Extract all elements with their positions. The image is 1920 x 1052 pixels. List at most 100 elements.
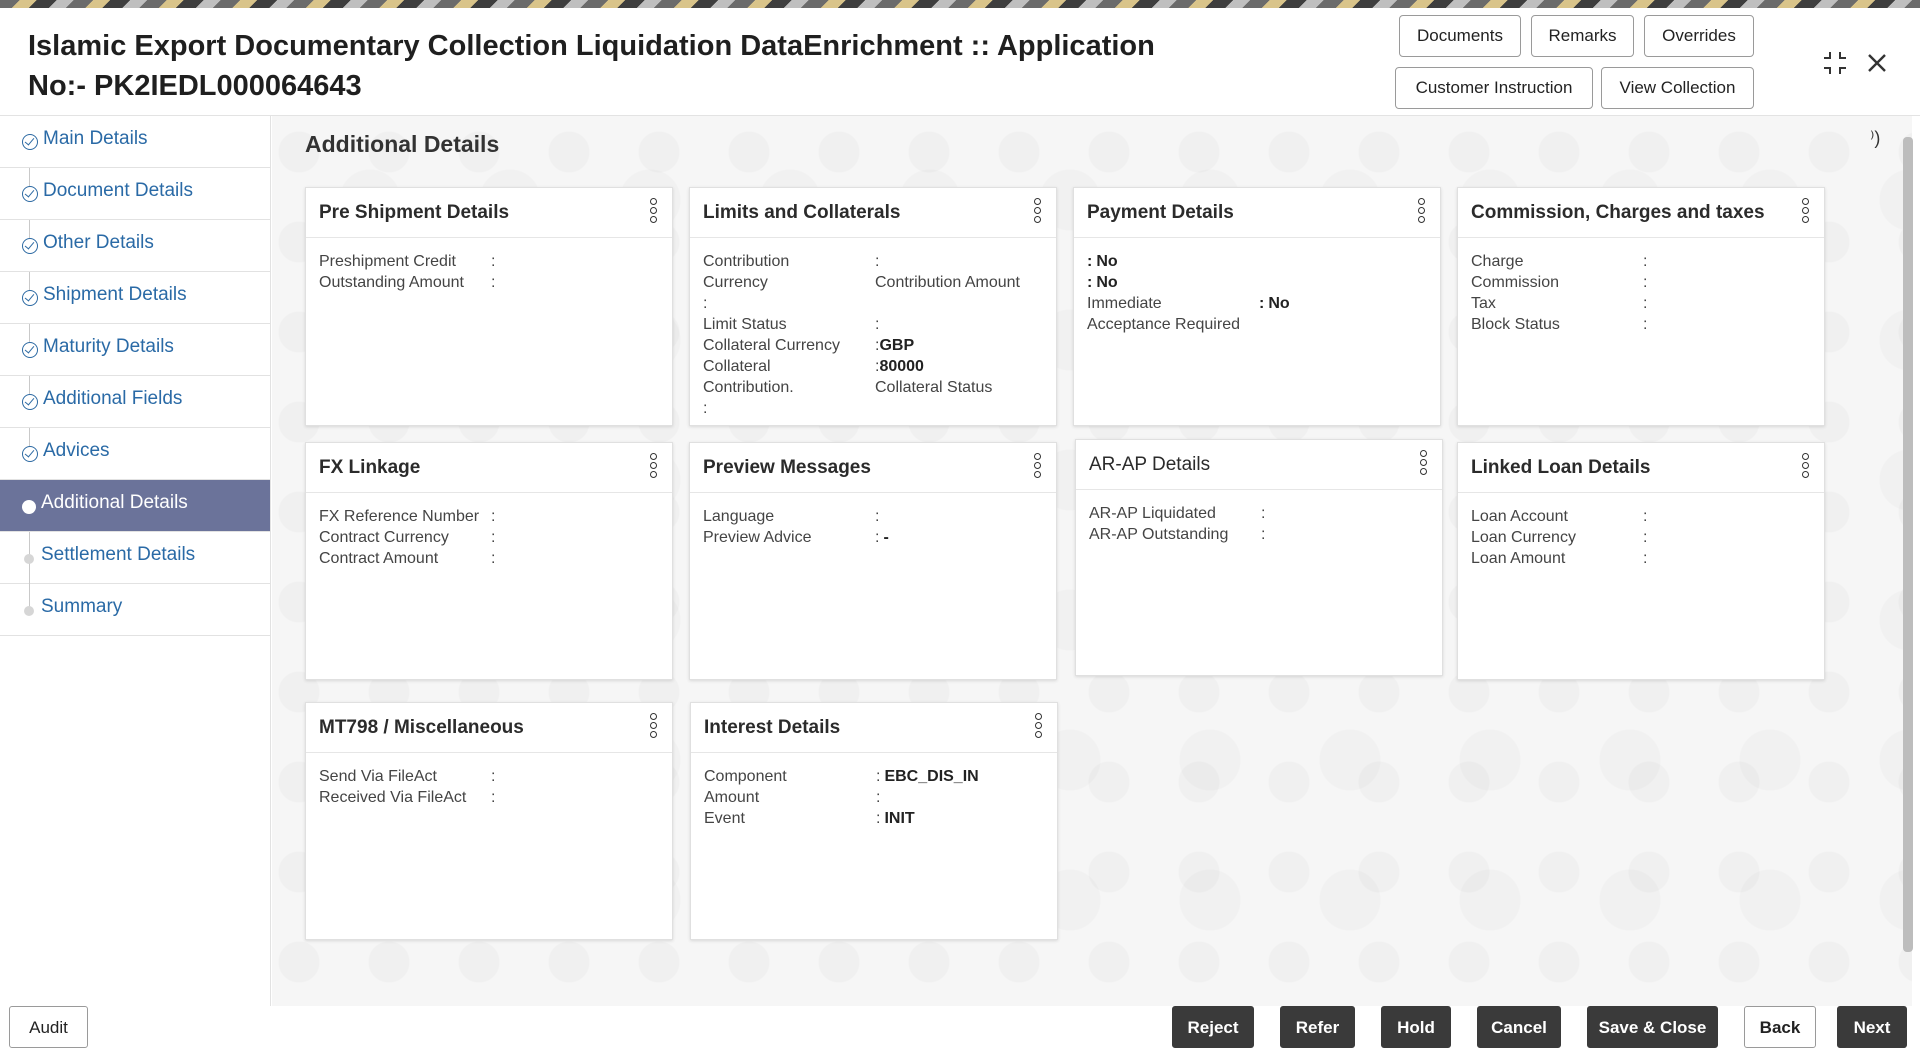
field-value (495, 272, 660, 293)
kebab-menu-icon[interactable] (1800, 451, 1810, 483)
card-interest-details: Interest Details Component: EBC_DIS_IN Am… (690, 702, 1058, 940)
field-value (875, 398, 1044, 419)
card-title: Payment Details (1087, 202, 1234, 223)
kebab-menu-icon[interactable] (1033, 711, 1043, 743)
field-value: EBC_DIS_IN (884, 768, 979, 785)
field-label: Language (703, 508, 775, 525)
field-label: Event (704, 810, 745, 827)
kebab-menu-icon[interactable] (648, 711, 658, 743)
view-collection-button[interactable]: View Collection (1601, 67, 1754, 109)
pending-step-icon (24, 606, 34, 616)
step-connector (29, 376, 30, 394)
sidebar-item-document-details[interactable]: Document Details (0, 168, 270, 220)
sidebar-nav: Main Details Document Details Other Deta… (0, 116, 271, 1006)
card-title: Interest Details (704, 717, 841, 738)
card-preview-messages: Preview Messages Language: Preview Advic… (689, 442, 1057, 680)
card-title: MT798 / Miscellaneous (319, 717, 524, 738)
field-value (495, 506, 660, 527)
customer-instruction-button[interactable]: Customer Instruction (1395, 67, 1593, 109)
field-label: Commission (1471, 274, 1560, 291)
card-pre-shipment-details: Pre Shipment Details Preshipment Credit:… (305, 187, 673, 426)
close-icon[interactable] (1864, 50, 1890, 82)
field-value (880, 787, 1045, 808)
field-value (1647, 527, 1812, 548)
field-value (1647, 293, 1812, 314)
field-value (1647, 314, 1812, 335)
sidebar-item-other-details[interactable]: Other Details (0, 220, 270, 272)
audit-button[interactable]: Audit (9, 1006, 88, 1048)
check-circle-icon (22, 394, 38, 410)
refer-button[interactable]: Refer (1280, 1006, 1355, 1048)
footer-bar: Audit Reject Refer Hold Cancel Save & Cl… (0, 1006, 1920, 1052)
field-label: FX Reference Number (319, 508, 480, 525)
card-limits-and-collaterals: Limits and Collaterals Contribution: Cur… (689, 187, 1057, 426)
kebab-menu-icon[interactable] (1032, 196, 1042, 228)
field-value (1647, 272, 1812, 293)
collapse-icon[interactable] (1820, 48, 1850, 84)
sidebar-item-main-details[interactable]: Main Details (0, 116, 270, 168)
kebab-menu-icon[interactable] (648, 451, 658, 483)
field-value (1240, 314, 1428, 335)
sidebar-item-summary[interactable]: Summary (0, 584, 270, 636)
pending-step-icon (24, 554, 34, 564)
field-label: Contract Currency (319, 529, 449, 546)
reject-button[interactable]: Reject (1172, 1006, 1254, 1048)
card-title: Limits and Collaterals (703, 202, 901, 223)
field-value (1265, 524, 1430, 545)
save-close-button[interactable]: Save & Close (1587, 1006, 1718, 1048)
kebab-menu-icon[interactable] (1800, 196, 1810, 228)
sidebar-item-maturity-details[interactable]: Maturity Details (0, 324, 270, 376)
card-mt798-miscellaneous: MT798 / Miscellaneous Send Via FileAct: … (305, 702, 673, 940)
field-value: Contribution Amount (875, 274, 1020, 291)
sidebar-item-label: Other Details (43, 232, 154, 253)
field-label: Contribution. (703, 379, 794, 396)
field-label: Collateral Currency (703, 337, 840, 354)
kebab-menu-icon[interactable] (1416, 196, 1426, 228)
field-label: Tax (1471, 295, 1496, 312)
field-value: GBP (879, 337, 915, 354)
field-value: No (1096, 274, 1118, 291)
sidebar-item-additional-details[interactable]: Additional Details (0, 480, 270, 532)
sidebar-item-advices[interactable]: Advices (0, 428, 270, 480)
field-value (495, 251, 660, 272)
sidebar-item-settlement-details[interactable]: Settlement Details (0, 532, 270, 584)
current-step-icon (22, 500, 36, 514)
back-button[interactable]: Back (1744, 1006, 1816, 1048)
step-connector (29, 168, 30, 186)
field-value (879, 251, 1044, 272)
card-title: Pre Shipment Details (319, 202, 510, 223)
remarks-button[interactable]: Remarks (1531, 15, 1634, 57)
cancel-button[interactable]: Cancel (1477, 1006, 1561, 1048)
field-label: Preshipment Credit (319, 253, 456, 270)
sidebar-item-label: Summary (41, 596, 123, 617)
check-circle-icon (22, 290, 38, 306)
field-label: Send Via FileAct (319, 768, 437, 785)
field-label: Immediate (1087, 295, 1162, 312)
field-label: Component (704, 768, 787, 785)
field-value: No (1096, 253, 1118, 270)
field-label: Loan Currency (1471, 529, 1576, 546)
field-label: Block Status (1471, 316, 1560, 333)
header: Islamic Export Documentary Collection Li… (0, 8, 1920, 116)
kebab-menu-icon[interactable] (648, 196, 658, 228)
field-label: : (703, 295, 708, 312)
hold-button[interactable]: Hold (1381, 1006, 1451, 1048)
kebab-menu-icon[interactable] (1418, 448, 1428, 480)
overrides-button[interactable]: Overrides (1644, 15, 1754, 57)
next-button[interactable]: Next (1837, 1006, 1907, 1048)
field-label: : (703, 400, 708, 417)
kebab-menu-icon[interactable] (1032, 451, 1042, 483)
sidebar-item-shipment-details[interactable]: Shipment Details (0, 272, 270, 324)
sidebar-item-label: Advices (43, 440, 110, 461)
card-title: Commission, Charges and taxes (1471, 202, 1765, 223)
field-value (495, 766, 660, 787)
top-decorative-strip (0, 0, 1920, 8)
sidebar-item-label: Additional Details (41, 492, 188, 513)
sidebar-item-additional-fields[interactable]: Additional Fields (0, 376, 270, 428)
documents-button[interactable]: Documents (1399, 15, 1521, 57)
field-value: Collateral Status (875, 379, 993, 396)
vertical-scrollbar[interactable] (1903, 137, 1913, 952)
card-linked-loan-details: Linked Loan Details Loan Account: Loan C… (1457, 442, 1825, 680)
page-header-title: Islamic Export Documentary Collection Li… (28, 30, 1155, 102)
field-value (1265, 503, 1430, 524)
